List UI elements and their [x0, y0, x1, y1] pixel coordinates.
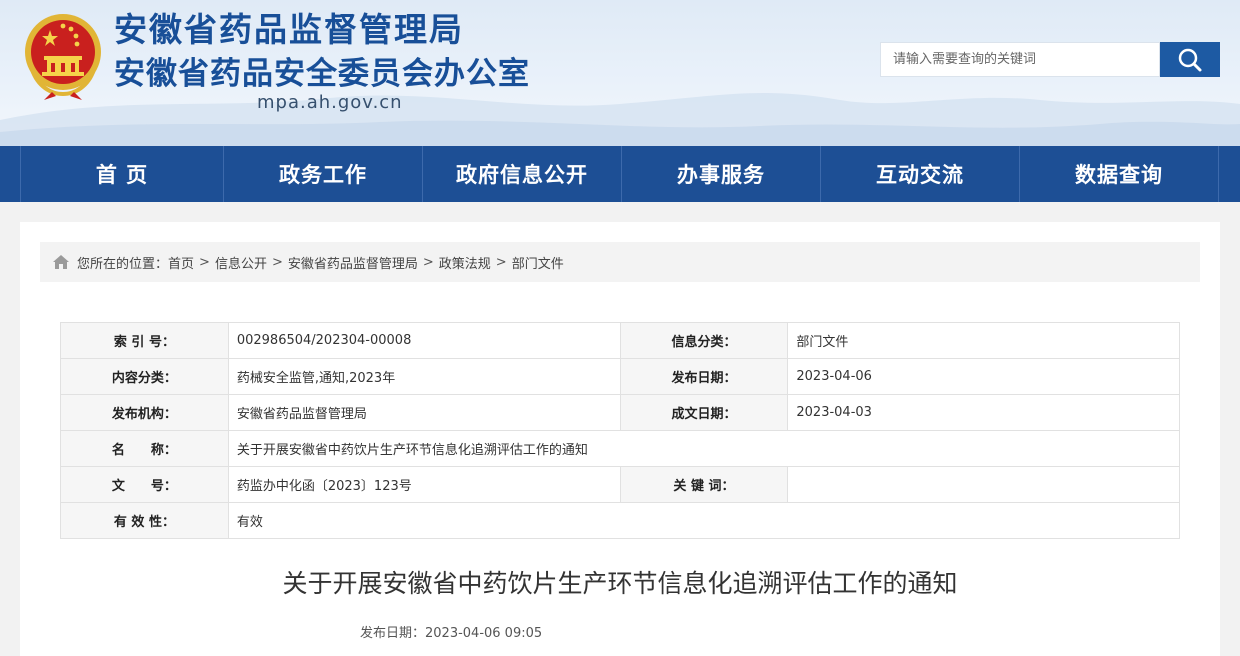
nav-item-government-affairs[interactable]: 政务工作 [224, 146, 423, 202]
label-info-category: 信息分类： [619, 322, 789, 359]
label-name: 名 称： [60, 430, 229, 467]
article-publish-date: 发布日期：2023-04-06 09:05 [360, 626, 543, 641]
search-input[interactable] [880, 42, 1160, 77]
label-content-category: 内容分类： [60, 358, 229, 395]
breadcrumb-home[interactable]: 首页 [168, 253, 194, 272]
label-keywords: 关 键 词： [619, 466, 789, 503]
label-written-date: 成文日期： [619, 394, 789, 431]
value-info-category: 部门文件 [787, 322, 1180, 359]
table-row: 索 引 号： 002986504/202304-00008 信息分类： 部门文件 [60, 322, 1180, 359]
site-title-secondary: 安徽省药品安全委员会办公室 [114, 56, 530, 92]
main-nav: 首 页 政务工作 政府信息公开 办事服务 互动交流 数据查询 [0, 146, 1240, 202]
breadcrumb-prefix: 您所在的位置： [77, 256, 169, 272]
article-title: 关于开展安徽省中药饮片生产环节信息化追溯评估工作的通知 [282, 569, 958, 598]
table-row: 有 效 性： 有效 [60, 502, 1181, 539]
value-document-number: 药监办中化函〔2023〕123号 [227, 466, 621, 503]
table-row: 发布机构： 安徽省药品监督管理局 成文日期： 2023-04-03 [60, 394, 1180, 431]
table-row: 名 称： 关于开展安徽省中药饮片生产环节信息化追溯评估工作的通知 [60, 430, 1181, 467]
label-index-number: 索 引 号： [60, 322, 229, 359]
breadcrumb-info-disclosure[interactable]: 信息公开 [215, 253, 267, 272]
value-keywords [787, 466, 1180, 503]
search-icon [1178, 48, 1202, 71]
document-info-table: 索 引 号： 002986504/202304-00008 信息分类： 部门文件… [60, 322, 1181, 539]
value-publisher: 安徽省药品监督管理局 [227, 394, 621, 431]
breadcrumb-separator: > [422, 254, 434, 270]
table-row: 内容分类： 药械安全监管,通知,2023年 发布日期： 2023-04-06 [60, 358, 1180, 395]
breadcrumb-bureau[interactable]: 安徽省药品监督管理局 [288, 253, 418, 272]
value-validity: 有效 [227, 502, 1181, 539]
breadcrumb-separator: > [271, 254, 283, 270]
label-publish-date: 发布日期： [619, 358, 789, 395]
label-publisher: 发布机构： [60, 394, 229, 431]
breadcrumb-separator: > [495, 254, 507, 270]
search-button[interactable] [1160, 42, 1220, 77]
nav-item-interaction[interactable]: 互动交流 [821, 146, 1020, 202]
table-row: 文 号： 药监办中化函〔2023〕123号 关 键 词： [60, 466, 1180, 503]
breadcrumb: 您所在的位置： 首页 > 信息公开 > 安徽省药品监督管理局 > 政策法规 > … [40, 242, 1200, 282]
nav-item-data-query[interactable]: 数据查询 [1020, 146, 1219, 202]
breadcrumb-department-docs[interactable]: 部门文件 [512, 253, 564, 272]
nav-item-info-disclosure[interactable]: 政府信息公开 [423, 146, 622, 202]
label-validity: 有 效 性： [60, 502, 229, 539]
site-domain: mpa.ah.gov.cn [257, 92, 403, 113]
site-title-primary: 安徽省药品监督管理局 [114, 10, 464, 49]
national-emblem-icon [22, 12, 104, 100]
value-index-number: 002986504/202304-00008 [227, 322, 621, 359]
breadcrumb-policies[interactable]: 政策法规 [439, 253, 491, 272]
value-written-date: 2023-04-03 [787, 394, 1180, 431]
nav-item-services[interactable]: 办事服务 [622, 146, 821, 202]
site-header: 安徽省药品监督管理局 安徽省药品安全委员会办公室 mpa.ah.gov.cn [0, 0, 1240, 146]
content-panel: 您所在的位置： 首页 > 信息公开 > 安徽省药品监督管理局 > 政策法规 > … [20, 222, 1220, 656]
value-publish-date: 2023-04-06 [787, 358, 1180, 395]
label-document-number: 文 号： [60, 466, 229, 503]
home-icon [52, 254, 70, 270]
nav-item-home[interactable]: 首 页 [20, 146, 224, 202]
value-content-category: 药械安全监管,通知,2023年 [227, 358, 621, 395]
value-name: 关于开展安徽省中药饮片生产环节信息化追溯评估工作的通知 [227, 430, 1181, 467]
breadcrumb-separator: > [199, 254, 210, 270]
